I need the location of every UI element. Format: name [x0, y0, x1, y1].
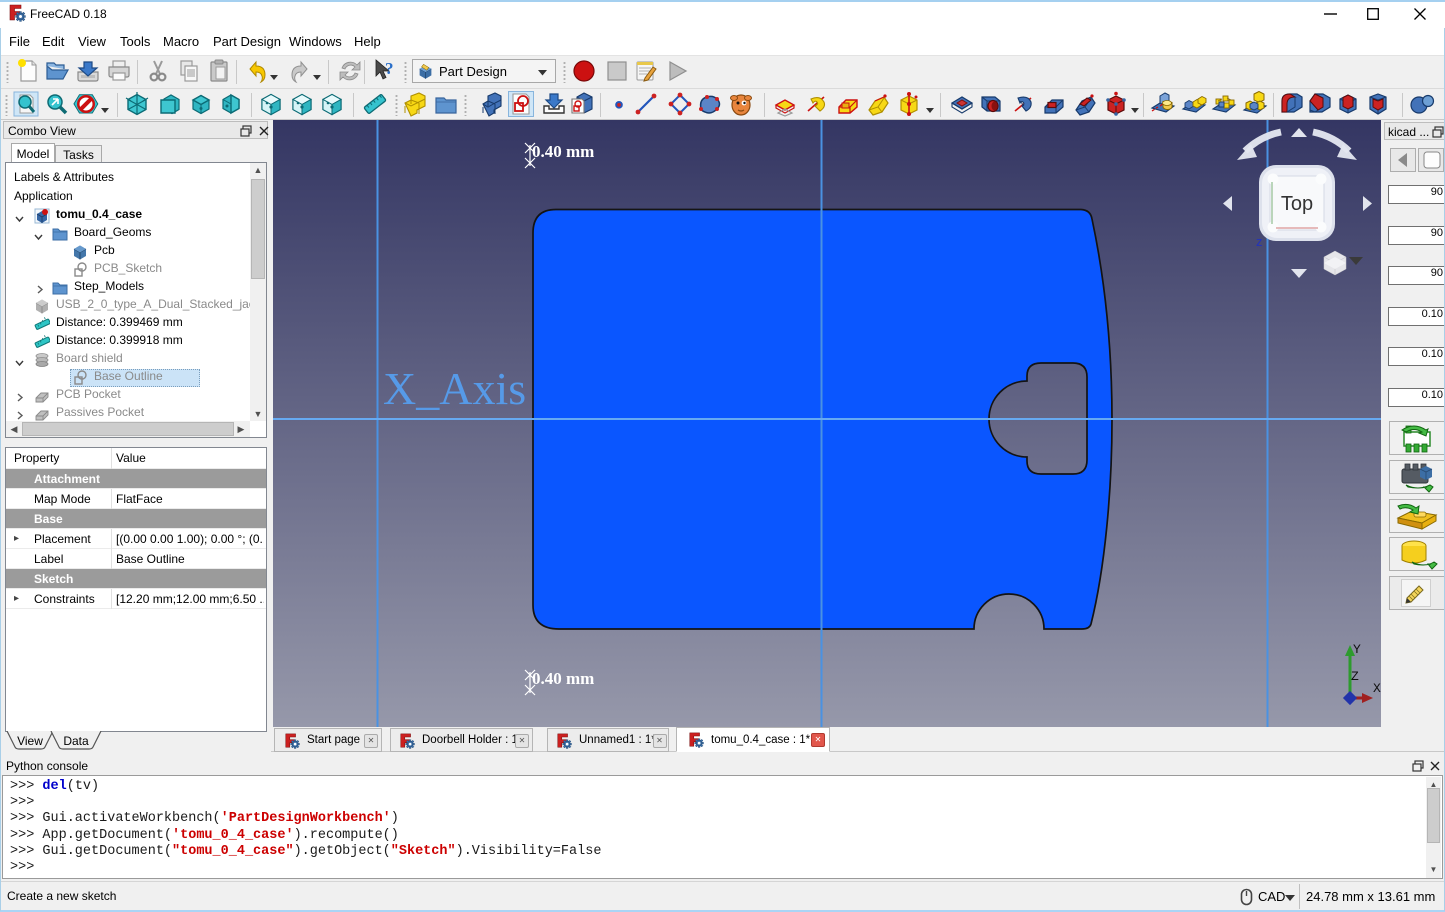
svg-text:Z: Z [1351, 669, 1359, 684]
svg-text:X: X [1373, 681, 1381, 696]
svg-text:z: z [1256, 234, 1263, 249]
svg-text:Top: Top [1281, 193, 1313, 215]
svg-text:Y: Y [1353, 642, 1361, 657]
svg-text:0.40 mm: 0.40 mm [532, 669, 594, 688]
svg-text:X_Axis: X_Axis [383, 363, 526, 414]
svg-text:View: View [17, 734, 43, 748]
svg-text:0.40 mm: 0.40 mm [532, 142, 594, 161]
svg-text:?: ? [385, 59, 394, 78]
svg-text:Data: Data [63, 734, 89, 748]
